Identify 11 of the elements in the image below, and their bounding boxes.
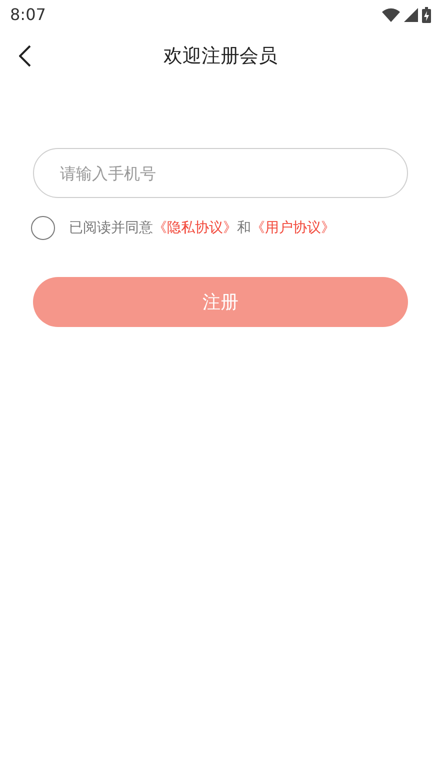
battery-icon (422, 7, 431, 23)
page-title: 欢迎注册会员 (164, 44, 278, 69)
status-time: 8:07 (10, 4, 46, 26)
agreement-text: 已阅读并同意《隐私协议》和《用户协议》 (69, 218, 335, 238)
user-agreement-link[interactable]: 《用户协议》 (251, 220, 335, 236)
privacy-link[interactable]: 《隐私协议》 (153, 220, 237, 236)
wifi-icon (382, 8, 400, 22)
phone-input-field[interactable]: 请输入手机号 (33, 148, 408, 198)
back-icon (19, 45, 31, 67)
checkbox[interactable] (31, 216, 55, 240)
signal-icon (404, 8, 418, 22)
